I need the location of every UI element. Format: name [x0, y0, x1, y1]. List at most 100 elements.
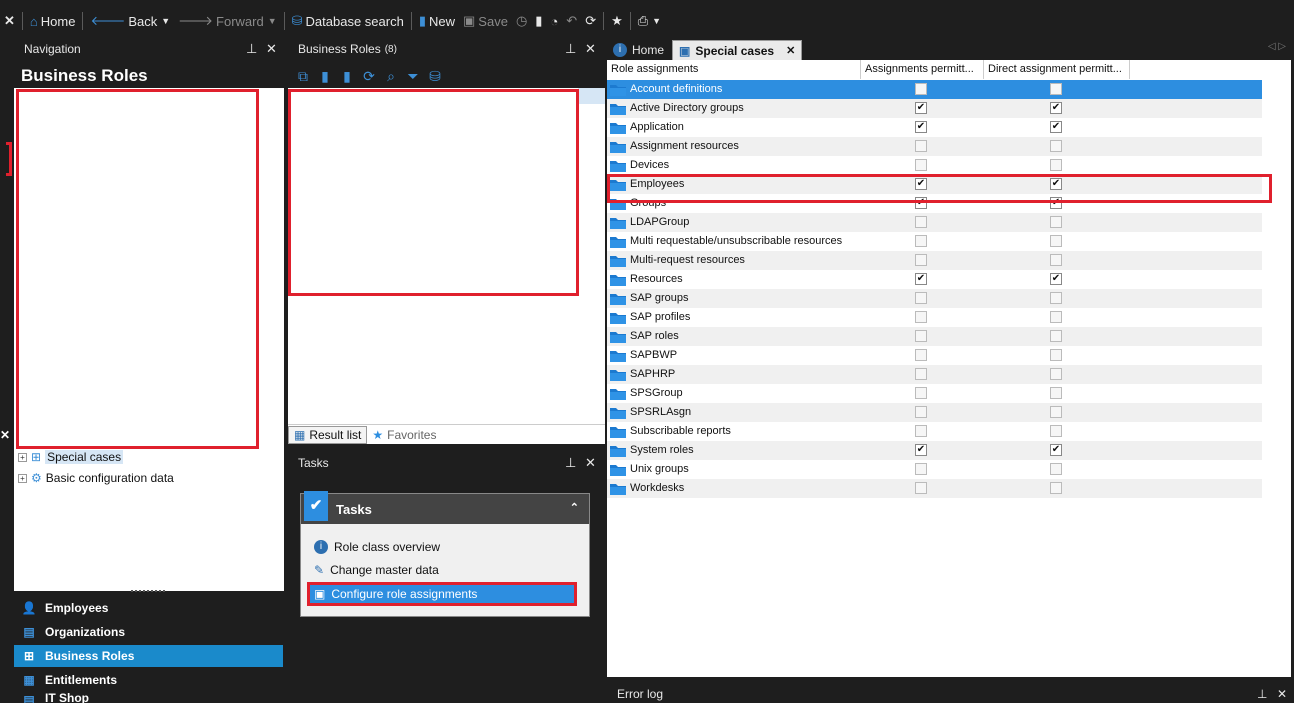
assignments-permitted-checkbox[interactable]	[915, 463, 927, 475]
add-document-icon[interactable]: ▮	[316, 67, 334, 85]
tab-scroll-arrows[interactable]: ◁ ▷	[1268, 41, 1286, 52]
direct-assignment-permitted-checkbox[interactable]	[1050, 140, 1062, 152]
table-row[interactable]: Subscribable reports	[607, 422, 1262, 441]
left-dock-close-icon[interactable]: ✕	[0, 428, 10, 442]
direct-assignment-permitted-checkbox[interactable]: ✔	[1050, 273, 1062, 285]
delete-document-icon[interactable]: ▮	[338, 67, 356, 85]
close-icon[interactable]: ✕	[786, 44, 795, 57]
assignments-permitted-checkbox[interactable]	[915, 235, 927, 247]
direct-assignment-permitted-checkbox[interactable]	[1050, 83, 1062, 95]
table-row[interactable]: System roles ✔ ✔	[607, 441, 1262, 460]
copy-icon[interactable]: ⧉	[294, 67, 312, 85]
direct-assignment-permitted-checkbox[interactable]	[1050, 159, 1062, 171]
table-row[interactable]: Application ✔ ✔	[607, 118, 1262, 137]
direct-assignment-permitted-checkbox[interactable]	[1050, 425, 1062, 437]
table-row[interactable]: Workdesks	[607, 479, 1262, 498]
table-row[interactable]: SAP roles	[607, 327, 1262, 346]
table-row[interactable]: SAP groups	[607, 289, 1262, 308]
direct-assignment-permitted-checkbox[interactable]	[1050, 216, 1062, 228]
tab-favorites[interactable]: ★ Favorites	[367, 426, 441, 444]
assignments-permitted-checkbox[interactable]	[915, 330, 927, 342]
nav-button-employees[interactable]: 👤 Employees	[14, 597, 283, 619]
table-row[interactable]: Active Directory groups ✔ ✔	[607, 99, 1262, 118]
database-icon[interactable]: ⛁	[426, 67, 444, 85]
clock-icon[interactable]: ◔	[546, 10, 562, 32]
close-icon[interactable]: ✕	[585, 455, 596, 471]
table-row[interactable]: Unix groups	[607, 460, 1262, 479]
assignments-permitted-checkbox[interactable]: ✔	[915, 102, 927, 114]
assignments-permitted-checkbox[interactable]	[915, 406, 927, 418]
back-button[interactable]: 🡐 Back ▼	[86, 10, 174, 32]
pin-icon[interactable]: ⊥	[565, 455, 576, 471]
assignments-permitted-checkbox[interactable]	[915, 368, 927, 380]
direct-assignment-permitted-checkbox[interactable]	[1050, 406, 1062, 418]
close-icon[interactable]: ✕	[1277, 686, 1287, 703]
forward-button[interactable]: 🡒 Forward ▼	[174, 10, 280, 32]
assignments-permitted-checkbox[interactable]: ✔	[915, 121, 927, 133]
direct-assignment-permitted-checkbox[interactable]	[1050, 235, 1062, 247]
direct-assignment-permitted-checkbox[interactable]: ✔	[1050, 444, 1062, 456]
save-button[interactable]: ▣ Save	[459, 10, 512, 32]
close-icon[interactable]: ✕	[585, 41, 596, 57]
expand-icon[interactable]: +	[18, 473, 27, 483]
table-row[interactable]: LDAPGroup	[607, 213, 1262, 232]
collapse-icon[interactable]: ⌃	[570, 501, 579, 514]
table-row[interactable]: SAPHRP	[607, 365, 1262, 384]
tab-special-cases[interactable]: ▣ Special cases ✕	[672, 40, 803, 60]
undo-icon[interactable]: ↶	[562, 10, 581, 32]
pin-icon[interactable]: ⊥	[1257, 686, 1267, 703]
direct-assignment-permitted-checkbox[interactable]	[1050, 349, 1062, 361]
direct-assignment-permitted-checkbox[interactable]	[1050, 482, 1062, 494]
tree-item-special-cases[interactable]: + ⊞ Special cases	[18, 450, 124, 464]
assignments-permitted-checkbox[interactable]	[915, 292, 927, 304]
close-icon[interactable]: ✕	[0, 10, 19, 32]
direct-assignment-permitted-checkbox[interactable]	[1050, 311, 1062, 323]
table-row[interactable]: Devices	[607, 156, 1262, 175]
table-row[interactable]: SAP profiles	[607, 308, 1262, 327]
assignments-permitted-checkbox[interactable]	[915, 83, 927, 95]
refresh-icon[interactable]: ⟳	[581, 10, 600, 32]
table-row[interactable]: Resources ✔ ✔	[607, 270, 1262, 289]
table-row[interactable]: Account definitions	[607, 80, 1262, 99]
assignments-permitted-checkbox[interactable]: ✔	[915, 444, 927, 456]
table-row[interactable]: SAPBWP	[607, 346, 1262, 365]
table-row[interactable]: SPSRLAsgn	[607, 403, 1262, 422]
table-row[interactable]: Assignment resources	[607, 137, 1262, 156]
home-button[interactable]: ⌂ Home	[26, 10, 80, 32]
nav-button-business-roles[interactable]: ⊞ Business Roles	[14, 645, 283, 667]
assignments-permitted-checkbox[interactable]	[915, 140, 927, 152]
splitter-grip[interactable]	[131, 590, 165, 593]
filter-icon[interactable]: ⏷	[404, 67, 422, 85]
column-header[interactable]: Assignments permitt...	[861, 60, 984, 79]
assignments-permitted-checkbox[interactable]	[915, 482, 927, 494]
table-row[interactable]: Multi requestable/unsubscribable resourc…	[607, 232, 1262, 251]
table-row[interactable]: SPSGroup	[607, 384, 1262, 403]
direct-assignment-permitted-checkbox[interactable]	[1050, 387, 1062, 399]
close-icon[interactable]: ✕	[266, 41, 277, 57]
direct-assignment-permitted-checkbox[interactable]	[1050, 254, 1062, 266]
new-button[interactable]: ▮ New	[415, 10, 459, 32]
chevron-down-icon[interactable]: ▼	[652, 16, 661, 26]
delete-icon[interactable]: ▮	[531, 10, 546, 32]
nav-button-entitlements[interactable]: ▦ Entitlements	[14, 669, 283, 691]
column-header[interactable]: Direct assignment permitt...	[984, 60, 1130, 79]
column-header[interactable]: Role assignments	[607, 60, 861, 79]
tasks-box-header[interactable]: ✔ Tasks ⌃	[301, 491, 589, 524]
tree-item-basic-configuration[interactable]: + ⚙ Basic configuration data	[18, 471, 174, 485]
assignments-permitted-checkbox[interactable]	[915, 216, 927, 228]
assignments-permitted-checkbox[interactable]	[915, 159, 927, 171]
pin-icon[interactable]: ⊥	[246, 41, 257, 57]
direct-assignment-permitted-checkbox[interactable]	[1050, 292, 1062, 304]
assignments-permitted-checkbox[interactable]	[915, 349, 927, 361]
task-role-class-overview[interactable]: i Role class overview	[314, 540, 440, 554]
tab-result-list[interactable]: ▦ Result list	[288, 425, 368, 444]
nav-button-organizations[interactable]: ▤ Organizations	[14, 621, 283, 643]
database-search-button[interactable]: ⛁ Database search	[288, 10, 408, 32]
assignments-permitted-checkbox[interactable]: ✔	[915, 273, 927, 285]
assignments-permitted-checkbox[interactable]	[915, 311, 927, 323]
assignments-permitted-checkbox[interactable]	[915, 387, 927, 399]
expand-icon[interactable]: +	[18, 452, 27, 462]
table-row[interactable]: Multi-request resources	[607, 251, 1262, 270]
print-button[interactable]: ⎙ ▼	[634, 10, 665, 32]
direct-assignment-permitted-checkbox[interactable]: ✔	[1050, 121, 1062, 133]
